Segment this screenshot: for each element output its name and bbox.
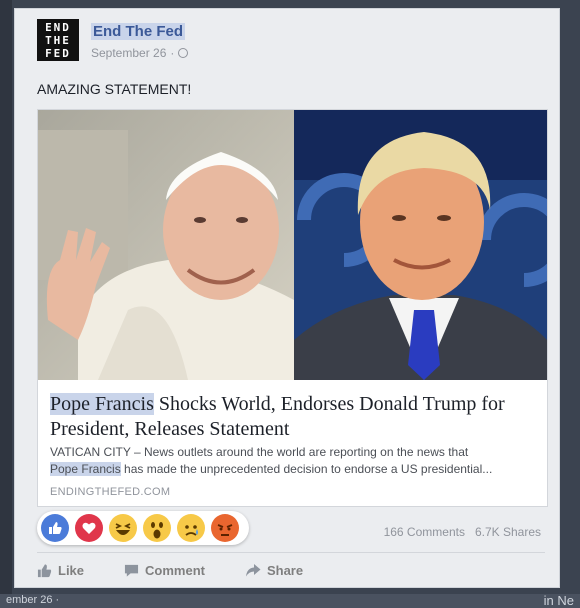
haha-reaction-icon[interactable] xyxy=(109,514,137,542)
post-date-link[interactable]: September 26 xyxy=(91,46,166,60)
globe-icon[interactable] xyxy=(178,48,189,58)
shares-count-link[interactable]: 6.7K Shares xyxy=(475,525,541,539)
wow-reaction-icon[interactable] xyxy=(143,514,171,542)
description-line-1: VATICAN CITY – News outlets around the w… xyxy=(50,445,469,459)
link-headline[interactable]: Pope Francis Shocks World, Endorses Dona… xyxy=(50,392,530,442)
description-highlighted-term: Pope Francis xyxy=(50,462,121,476)
comment-button[interactable]: Comment xyxy=(124,559,205,581)
pope-photo xyxy=(38,110,294,380)
meta-separator: · xyxy=(170,46,175,60)
page-avatar[interactable]: END THE FED xyxy=(37,19,79,61)
actions-divider xyxy=(37,552,545,553)
share-arrow-icon xyxy=(245,563,261,576)
like-reaction-icon[interactable] xyxy=(41,514,69,542)
like-button[interactable]: Like xyxy=(37,559,84,581)
background-left-edge xyxy=(0,0,12,608)
comment-button-label: Comment xyxy=(145,562,205,578)
link-domain: ENDINGTHEFED.COM xyxy=(50,486,171,498)
angry-reaction-icon[interactable] xyxy=(211,514,239,542)
link-description: VATICAN CITY – News outlets around the w… xyxy=(50,444,538,478)
share-button-label: Share xyxy=(266,562,304,578)
background-bottom-strip xyxy=(0,594,580,608)
description-line-2: has made the unprecedented decision to e… xyxy=(120,462,493,476)
reactions-bar[interactable] xyxy=(37,511,249,545)
like-button-label: Like xyxy=(58,562,85,578)
facebook-post: END THE FED End The Fed September 26 · A… xyxy=(14,8,560,588)
post-status-text: AMAZING STATEMENT! xyxy=(37,81,192,97)
post-meta: September 26 · xyxy=(91,46,189,60)
headline-highlighted-term: Pope Francis xyxy=(50,393,154,415)
share-button[interactable]: Share xyxy=(245,559,303,581)
comment-bubble-icon xyxy=(124,564,139,577)
link-preview-image[interactable] xyxy=(38,110,547,380)
comments-count-link[interactable]: 166 Comments xyxy=(384,525,465,539)
engagement-counts: 166 Comments 6.7K Shares xyxy=(384,525,541,539)
background-post-meta: ember 26 · xyxy=(6,594,60,606)
trump-photo xyxy=(294,110,547,380)
avatar-line-2: THE xyxy=(45,33,71,47)
sad-reaction-icon[interactable] xyxy=(177,514,205,542)
background-post-text: in Ne xyxy=(543,593,574,608)
love-reaction-icon[interactable] xyxy=(75,514,103,542)
page-name-link[interactable]: End The Fed xyxy=(91,23,185,40)
link-preview-card[interactable]: Pope Francis Shocks World, Endorses Dona… xyxy=(37,109,548,507)
avatar-line-3: FED xyxy=(45,46,71,60)
thumbs-up-icon xyxy=(37,563,52,577)
post-actions: Like Comment Share xyxy=(37,559,537,581)
avatar-line-1: END xyxy=(45,20,71,34)
